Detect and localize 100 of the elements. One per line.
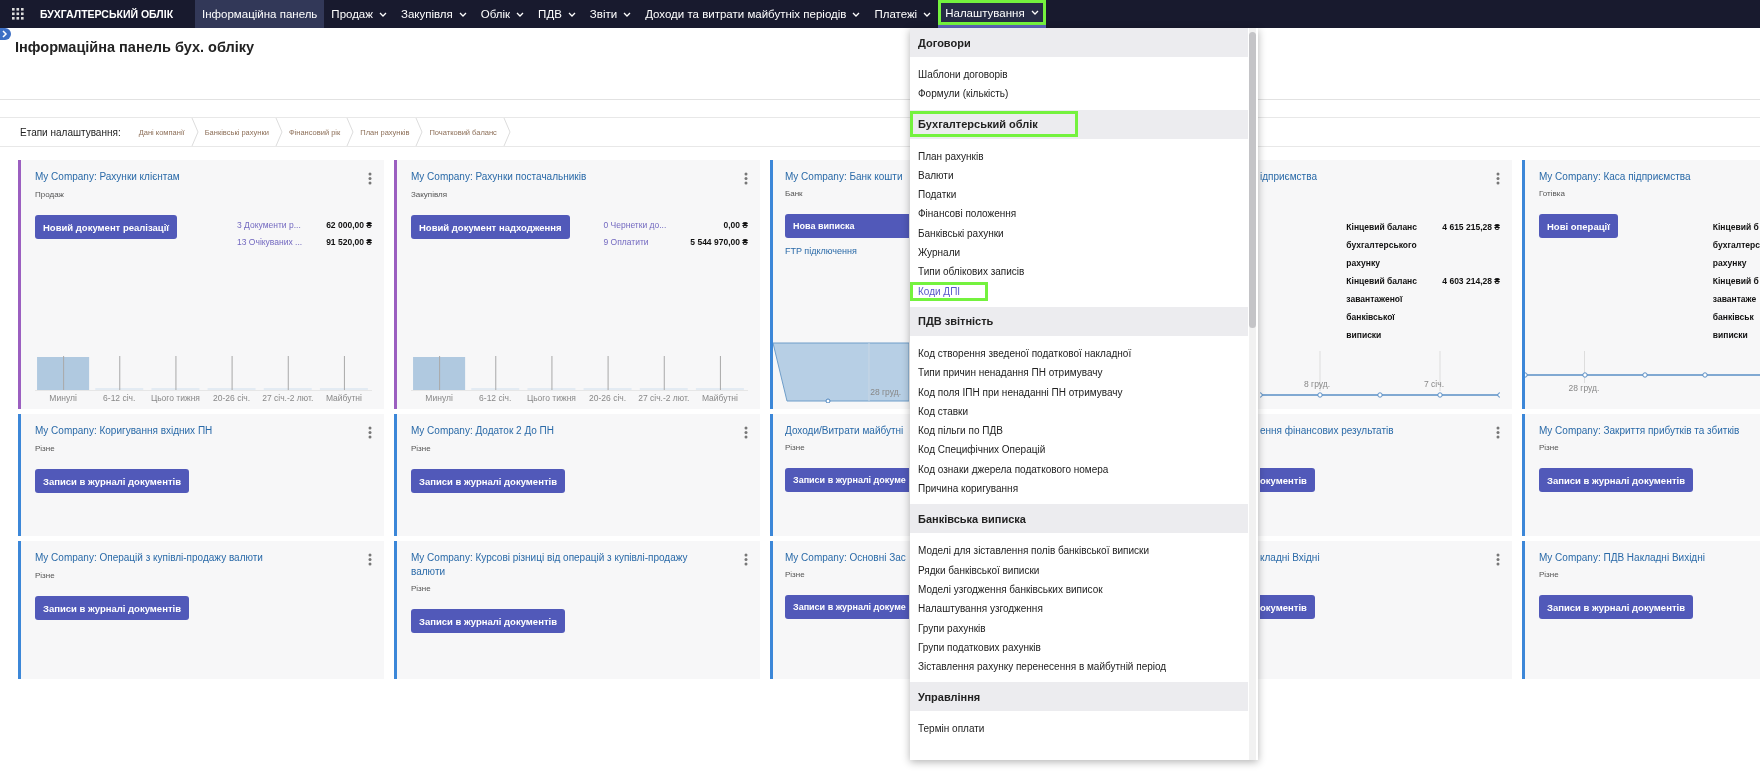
expand-icon[interactable] (0, 28, 11, 40)
menu-item[interactable]: Типи облікових записів (910, 262, 1033, 282)
amount-text: 5 544 970,00 ₴ (690, 237, 748, 247)
menu-item[interactable]: Типи причин ненадання ПН отримувачу (910, 363, 1111, 383)
amount-text: 4 615 215,28 ₴ (1442, 221, 1500, 234)
nav-menu-item[interactable]: Платежі (867, 0, 939, 28)
menu-item[interactable]: Податки (910, 185, 965, 205)
card-title[interactable]: My Company: Банк кошти (785, 170, 903, 184)
card-title[interactable]: кладні Вхідні (1260, 551, 1320, 565)
card-subtitle: Готівка (1539, 189, 1565, 198)
nav-menu-item[interactable]: Інформаційна панель (195, 0, 325, 28)
menu-item[interactable]: Код Специфічних Операцій (910, 440, 1054, 460)
card-title[interactable]: ення фінансових результатів (1260, 424, 1394, 438)
menu-item[interactable]: Коди ДПІ (910, 281, 989, 301)
card-title[interactable]: My Company: ПДВ Накладні Вихідні (1539, 551, 1705, 565)
menu-item[interactable]: Моделі узгодження банківських виписок (910, 579, 1111, 600)
nav-menu-item[interactable]: Звіти (582, 0, 639, 28)
menu-item[interactable]: Код пільги по ПДВ (910, 421, 1011, 441)
menu-item[interactable]: Журнали (910, 243, 969, 263)
card-title[interactable]: My Company: Закриття прибутків та збитків (1539, 424, 1740, 438)
amount-text: 0,00 ₴ (722, 220, 748, 230)
chart-axis-label: Цього тижня (525, 393, 577, 403)
menu-item[interactable]: Код ставки (910, 401, 977, 422)
action-button[interactable]: Новий документ реалізації (35, 215, 177, 239)
card-title[interactable]: My Company: Коригування вхідних ПН (35, 424, 213, 438)
summary-link[interactable]: 9 Оплатити (603, 237, 667, 247)
chart-axis-label: 6-12 січ. (102, 393, 137, 403)
menu-item[interactable]: Код створення зведеної податкової накладної (910, 343, 1140, 364)
action-button[interactable]: окументів (1260, 595, 1315, 619)
action-button[interactable]: Записи в журналі документів (1539, 595, 1693, 619)
menu-item[interactable]: Шаблони договорів (910, 65, 1016, 85)
chart-axis-label: 6-12 січ. (478, 393, 513, 403)
menu-item[interactable]: Причина коригування (910, 479, 1027, 499)
nav-menu-item[interactable]: Закупівля (393, 0, 474, 28)
menu-item[interactable]: Моделі для зіставлення полів банківської виписки (910, 541, 1158, 561)
summary-link[interactable]: 3 Документи р... (237, 220, 303, 230)
scrollbar[interactable] (1249, 28, 1256, 760)
menu-section-title: Бухгалтерський облік (910, 111, 1078, 138)
menu-item[interactable]: Фінансові положення (910, 204, 1025, 224)
more-options-icon[interactable] (1496, 172, 1500, 185)
action-button[interactable]: Нова виписка (785, 214, 909, 238)
card-title[interactable]: ідприємства (1260, 170, 1317, 184)
more-options-icon[interactable] (368, 172, 372, 185)
action-button[interactable]: Записи в журналі документів (35, 469, 189, 493)
action-button[interactable]: Записи в журналі документів (411, 469, 565, 493)
ftp-link[interactable]: FTP підключення (785, 246, 857, 256)
balance-label: Кінцевий баланс завантаженої банківської виписки (1346, 275, 1417, 342)
action-button[interactable]: Новий документ надходження (411, 215, 570, 239)
action-button[interactable]: Нові операції (1539, 214, 1618, 238)
action-button[interactable]: Записи в журналі докуме (785, 595, 909, 619)
nav-menu-item[interactable]: Налаштування (938, 0, 1046, 28)
card-title[interactable]: My Company: Основні Зас (785, 551, 906, 565)
page-title: Інформаційна панель бух. обліку (15, 39, 255, 55)
card-subtitle: Різне (411, 584, 431, 593)
chart-axis-label: 28 груд. (1568, 383, 1600, 393)
menu-item[interactable]: Банківські рахунки (910, 223, 1012, 244)
more-options-icon[interactable] (1496, 553, 1500, 566)
summary-link[interactable]: 0 Чернетки до... (603, 220, 667, 230)
more-options-icon[interactable] (368, 553, 372, 566)
summary-link[interactable]: 13 Очікуваних ... (237, 237, 303, 247)
balance-label: Кінцевий б бухгалтерс рахунку (1712, 221, 1760, 270)
card-title[interactable]: My Company: Операцій з купівлі-продажу валюти (35, 551, 263, 565)
menu-item[interactable]: Валюти (910, 165, 962, 186)
apps-grid-icon[interactable] (12, 8, 24, 20)
card-title[interactable]: Доходи/Витрати майбутні (785, 424, 904, 438)
menu-item[interactable]: Формули (кількість) (910, 84, 1017, 104)
action-button[interactable]: Записи в журналі документів (1539, 468, 1693, 492)
card-subtitle: Різне (35, 444, 55, 453)
more-options-icon[interactable] (744, 426, 748, 439)
card-title[interactable]: My Company: Додаток 2 До ПН (411, 424, 555, 438)
menu-item[interactable]: Налаштування узгодження (910, 599, 1051, 619)
action-button[interactable]: Записи в журналі докуме (785, 468, 909, 492)
more-options-icon[interactable] (744, 553, 748, 566)
action-button[interactable]: окументів (1260, 468, 1315, 492)
more-options-icon[interactable] (1496, 426, 1500, 439)
menu-item[interactable]: Зіставлення рахунку перенесення в майбутній період (910, 657, 1175, 677)
chart-axis-label: 27 січ.-2 лют. (261, 393, 315, 403)
card-title[interactable]: My Company: Рахунки постачальників (411, 170, 587, 184)
menu-item[interactable]: Групи рахунків (910, 618, 994, 638)
menu-item[interactable]: Термін оплати (910, 719, 993, 739)
action-button[interactable]: Записи в журналі документів (35, 596, 189, 620)
action-button[interactable]: Записи в журналі документів (411, 609, 565, 633)
menu-item[interactable]: Рядки банківської виписки (910, 560, 1048, 580)
more-options-icon[interactable] (368, 426, 372, 439)
more-options-icon[interactable] (744, 172, 748, 185)
amount-text: 91 520,00 ₴ (326, 237, 372, 247)
nav-menu-item[interactable]: Продаж (324, 0, 394, 28)
card-title[interactable]: My Company: Каса підприємства (1539, 170, 1691, 184)
chart-axis-label: Минулі (424, 393, 454, 403)
card-title[interactable]: My Company: Рахунки клієнтам (35, 170, 180, 184)
menu-item[interactable]: Групи податкових рахунків (910, 637, 1049, 658)
nav-menu-item[interactable]: Доходи та витрати майбутніх періодів (638, 0, 868, 28)
card-title[interactable]: My Company: Курсові різниці від операцій з купівлі-продажу валюти (411, 551, 711, 579)
menu-item[interactable]: Код поля ІПН при ненаданні ПН отримувачу (910, 382, 1131, 402)
chart-axis-label: 20-26 січ. (588, 393, 628, 403)
nav-menu-item[interactable]: Облік (473, 0, 532, 28)
menu-item[interactable]: План рахунків (910, 146, 992, 166)
card-subtitle: Різне (35, 571, 55, 580)
nav-menu-item[interactable]: ПДВ (531, 0, 583, 28)
menu-item[interactable]: Код ознаки джерела податкового номера (910, 459, 1117, 480)
